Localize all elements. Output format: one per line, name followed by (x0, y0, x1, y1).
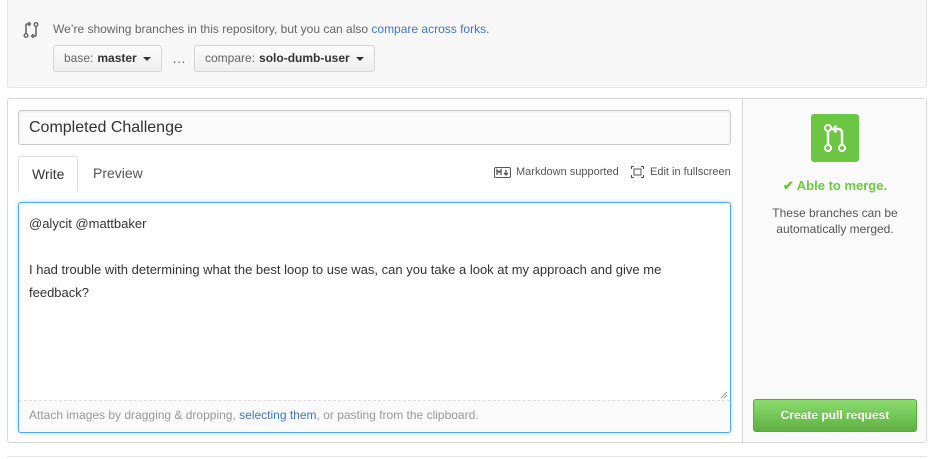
caret-down-icon (355, 56, 364, 61)
merge-status-text: ✔ Able to merge. (743, 178, 927, 194)
merge-description: These branches can be automatically merg… (772, 206, 898, 236)
compare-note-text: We’re showing branches in this repositor… (53, 22, 372, 36)
discussion-area: Write Preview Markdown supported Edit in… (8, 99, 742, 442)
tab-write[interactable]: Write (18, 156, 79, 191)
pull-request-form: Write Preview Markdown supported Edit in… (7, 98, 927, 443)
resize-handle-icon[interactable] (720, 391, 728, 399)
compare-branch-select[interactable]: compare: solo-dumb-user (194, 45, 375, 72)
attach-images-bar[interactable]: Attach images by dragging & dropping, se… (19, 400, 730, 432)
create-pull-request-button[interactable]: Create pull request (753, 399, 917, 432)
pr-title-input[interactable] (18, 110, 731, 145)
selecting-them-link[interactable]: selecting them (239, 408, 316, 422)
markdown-supported-link[interactable]: Markdown supported (494, 166, 619, 178)
compare-note-suffix: . (486, 22, 490, 36)
base-branch-name: master (97, 51, 137, 65)
git-compare-icon (23, 21, 39, 39)
merge-status-badge (811, 114, 859, 162)
markdown-icon (494, 166, 511, 178)
compare-across-forks-link[interactable]: compare across forks (371, 22, 486, 36)
caret-down-icon (142, 56, 151, 61)
merge-sidebar: ✔ Able to merge. These branches can be au… (742, 99, 926, 442)
fullscreen-icon (631, 166, 644, 178)
pr-body-textarea[interactable]: @alycit @mattbaker I had trouble with de… (19, 203, 730, 400)
check-icon: ✔ (782, 178, 794, 193)
pr-body-editor: @alycit @mattbaker I had trouble with de… (18, 202, 731, 433)
edit-fullscreen-link[interactable]: Edit in fullscreen (631, 166, 731, 178)
compare-branch-name: solo-dumb-user (259, 51, 350, 65)
merge-status-label: Able to merge. (796, 178, 888, 193)
branch-compare-box: We’re showing branches in this repositor… (7, 0, 927, 88)
tab-preview[interactable]: Preview (80, 156, 156, 190)
compare-note: We’re showing branches in this repositor… (53, 22, 489, 36)
bottom-divider (7, 456, 927, 457)
attach-text-prefix: Attach images by dragging & dropping, (29, 408, 240, 422)
markdown-supported-label: Markdown supported (516, 166, 619, 178)
branch-separator: … (172, 50, 187, 66)
edit-fullscreen-label: Edit in fullscreen (650, 166, 731, 178)
compare-branch-prefix: compare: (205, 51, 256, 65)
git-pull-request-icon (824, 124, 846, 152)
base-branch-prefix: base: (64, 51, 94, 65)
base-branch-select[interactable]: base: master (53, 45, 162, 72)
editor-tabs: Write Preview Markdown supported Edit in… (18, 156, 731, 191)
attach-text-suffix: , or pasting from the clipboard. (316, 408, 479, 422)
